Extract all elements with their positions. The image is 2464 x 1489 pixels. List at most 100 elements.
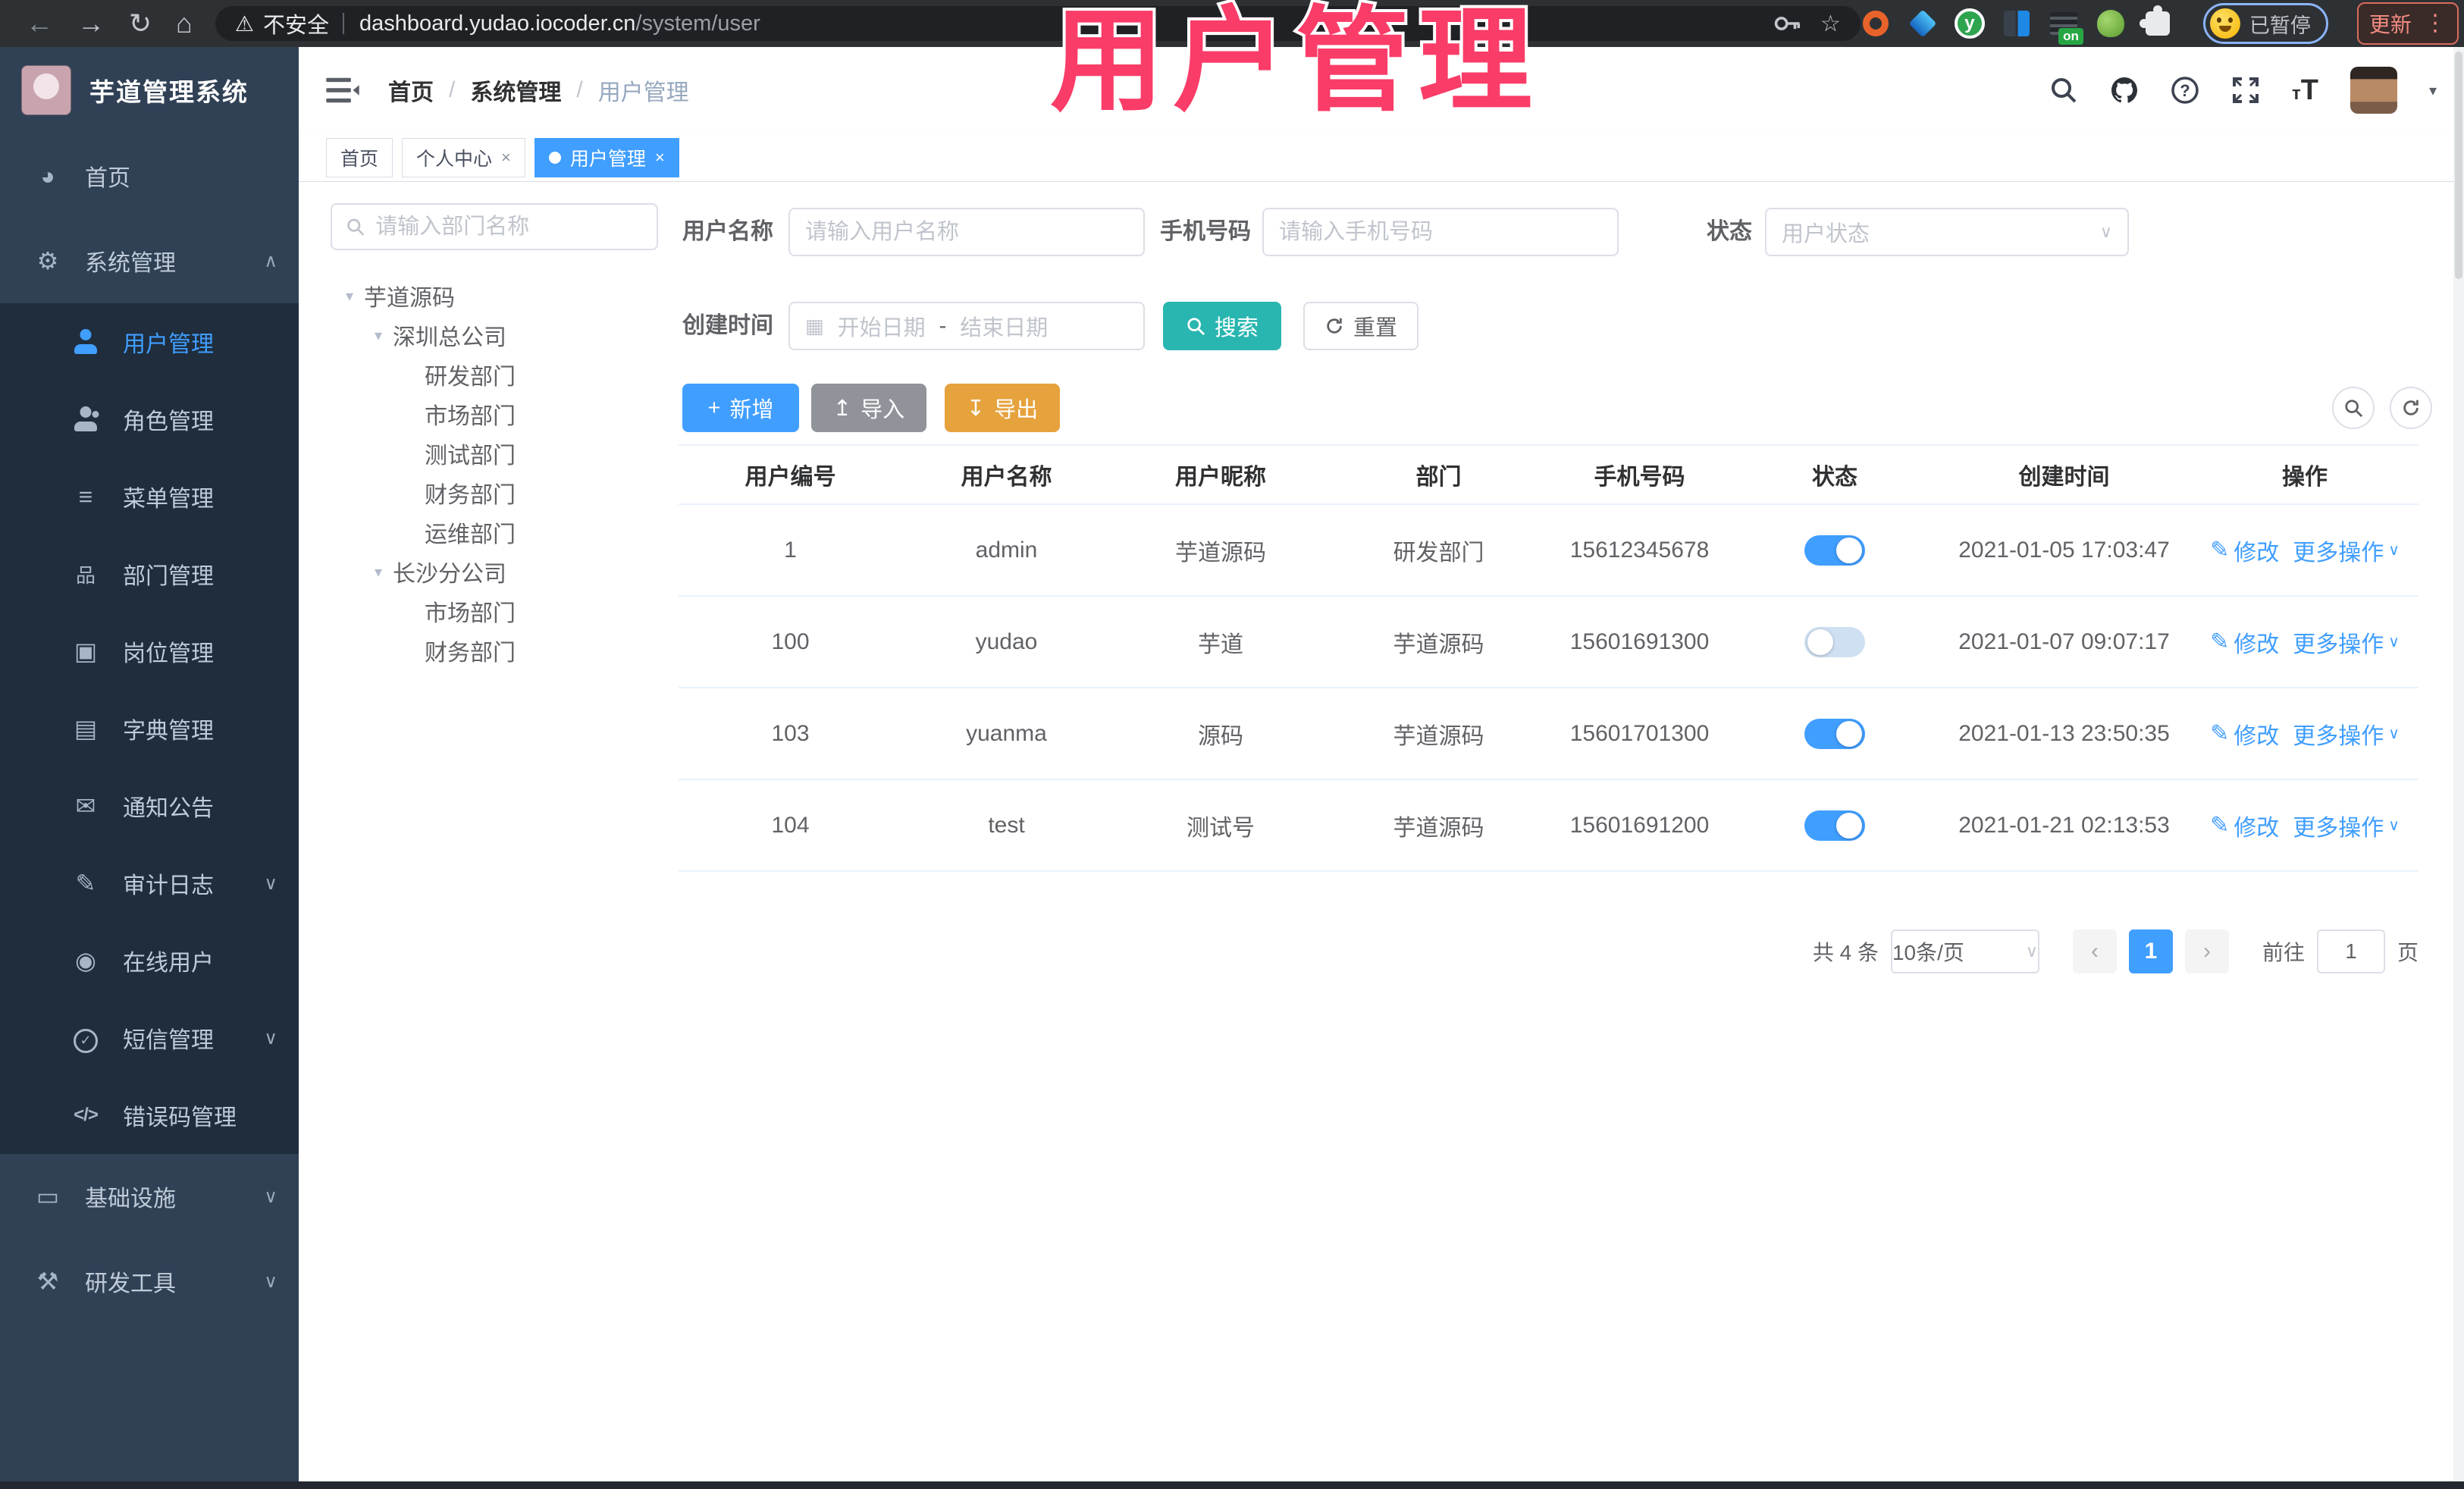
security-label[interactable]: 不安全 [263, 8, 329, 39]
security-warning-icon[interactable]: ⚠ [235, 11, 254, 36]
tree-caret-icon[interactable]: ▾ [375, 326, 382, 345]
tab-profile[interactable]: 个人中心 × [402, 137, 525, 177]
username-input[interactable] [805, 219, 1128, 245]
extension-icon-sprout[interactable] [2096, 8, 2126, 39]
reset-button[interactable]: 重置 [1303, 302, 1419, 350]
address-bar[interactable]: ⚠ 不安全 dashboard.yudao.iocoder.cn/system/… [215, 6, 1861, 41]
browser-profile-chip[interactable]: 已暂停 [2202, 3, 2328, 44]
sidebar-item-menus[interactable]: ≡ 菜单管理 [0, 458, 299, 535]
sidebar-item-infrastructure[interactable]: ▭ 基础设施 ∨ [0, 1154, 299, 1239]
more-actions-link[interactable]: 更多操作 ∨ [2293, 534, 2400, 567]
close-icon[interactable]: × [501, 148, 511, 168]
back-icon[interactable]: ← [26, 0, 53, 47]
extension-icon-gem[interactable] [1908, 8, 1938, 39]
edit-link[interactable]: ✎ 修改 [2210, 534, 2279, 567]
app-logo-row[interactable]: 芋道管理系统 [0, 47, 299, 133]
avatar-caret-icon[interactable]: ▾ [2429, 81, 2437, 100]
sidebar-item-online-users[interactable]: ◉ 在线用户 [0, 922, 299, 999]
tree-node[interactable]: 市场部门 [331, 591, 672, 631]
more-actions-link[interactable]: 更多操作 ∨ [2293, 717, 2400, 751]
tab-home[interactable]: 首页 [326, 137, 393, 177]
tree-node[interactable]: 市场部门 [331, 394, 672, 434]
url-path[interactable]: /system/user [635, 11, 760, 36]
next-page-button[interactable]: › [2184, 929, 2229, 973]
forward-icon[interactable]: → [77, 0, 105, 47]
sidebar-collapse-icon[interactable] [326, 76, 359, 105]
search-button[interactable]: 搜索 [1163, 302, 1281, 350]
key-icon[interactable] [1773, 9, 1802, 38]
edit-link[interactable]: ✎ 修改 [2210, 717, 2279, 751]
date-range-picker[interactable]: ▦ 开始日期 - 结束日期 [788, 302, 1145, 350]
browser-update-button[interactable]: 更新 ⋮ [2356, 2, 2459, 45]
refresh-table-button[interactable] [2390, 387, 2432, 429]
more-actions-link[interactable]: 更多操作 ∨ [2293, 625, 2400, 659]
tree-node[interactable]: 财务部门 [331, 473, 672, 513]
tree-node[interactable]: ▾ 深圳总公司 [331, 315, 672, 355]
page-number-button[interactable]: 1 [2128, 929, 2173, 973]
font-size-icon[interactable]: тT [2292, 74, 2318, 107]
dept-search-input[interactable] [375, 214, 643, 240]
tree-node[interactable]: ▾ 长沙分公司 [331, 552, 672, 591]
extension-icon-list[interactable]: on [2049, 8, 2083, 45]
extensions-puzzle-icon[interactable] [2139, 5, 2173, 39]
sidebar-item-sms[interactable]: ✓ 短信管理 ∨ [0, 999, 299, 1077]
tree-node[interactable]: ▾ 芋道源码 [331, 276, 672, 315]
breadcrumb-home[interactable]: 首页 [388, 74, 434, 107]
sidebar-item-home[interactable]: ◕ 首页 [0, 133, 299, 218]
import-button[interactable]: ↥ 导入 [811, 384, 926, 432]
tree-node[interactable]: 运维部门 [331, 513, 672, 552]
sidebar-item-system[interactable]: ⚙ 系统管理 ∧ [0, 218, 299, 303]
tree-node[interactable]: 研发部门 [331, 355, 672, 394]
sidebar-item-error-codes[interactable]: </> 错误码管理 [0, 1077, 299, 1154]
status-select[interactable]: 用户状态 ∨ [1765, 208, 2129, 256]
tab-user-management[interactable]: 用户管理 × [534, 137, 679, 177]
scrollbar-thumb[interactable] [2455, 52, 2462, 279]
sidebar-item-notice[interactable]: ✉ 通知公告 [0, 767, 299, 845]
url-host[interactable]: dashboard.yudao.iocoder.cn [359, 11, 635, 36]
prev-page-button[interactable]: ‹ [2072, 929, 2117, 973]
tree-caret-icon[interactable]: ▾ [375, 563, 382, 581]
fullscreen-icon[interactable] [2231, 76, 2260, 105]
reload-icon[interactable]: ↻ [129, 0, 152, 47]
breadcrumb-system[interactable]: 系统管理 [470, 74, 561, 107]
tree-node[interactable]: 财务部门 [331, 631, 672, 670]
mobile-input[interactable] [1279, 219, 1602, 245]
close-icon[interactable]: × [655, 148, 665, 168]
help-icon[interactable]: ? [2171, 76, 2199, 105]
mobile-field-wrap [1262, 208, 1619, 256]
kebab-menu-icon[interactable]: ⋮ [2424, 12, 2447, 35]
extension-icon-ring[interactable] [1861, 8, 1891, 39]
page-scrollbar[interactable] [2453, 47, 2464, 1481]
edit-link[interactable]: ✎ 修改 [2210, 809, 2279, 842]
status-toggle[interactable] [1804, 534, 1865, 566]
status-toggle[interactable] [1804, 626, 1865, 657]
tree-caret-icon[interactable]: ▾ [346, 287, 353, 306]
add-button[interactable]: + 新增 [682, 384, 799, 432]
sidebar-item-audit-log[interactable]: ✎ 审计日志 ∨ [0, 845, 299, 922]
home-icon[interactable]: ⌂ [176, 0, 193, 47]
sidebar-item-users[interactable]: 用户管理 [0, 303, 299, 381]
goto-page-input[interactable] [2316, 929, 2385, 973]
sidebar-item-devtools[interactable]: ⚒ 研发工具 ∨ [0, 1239, 299, 1324]
sidebar-item-depts[interactable]: 品 部门管理 [0, 535, 299, 613]
sidebar-item-posts[interactable]: ▣ 岗位管理 [0, 613, 299, 690]
export-button[interactable]: ↧ 导出 [945, 384, 1060, 432]
tree-node[interactable]: 测试部门 [331, 434, 672, 473]
header-search-icon[interactable] [2049, 76, 2078, 105]
sidebar-item-dict[interactable]: ▤ 字典管理 [0, 690, 299, 767]
extension-icon-green-y[interactable]: y [1954, 8, 1985, 39]
mobile-label: 手机号码 [1160, 219, 1251, 244]
status-toggle[interactable] [1804, 718, 1865, 749]
user-avatar[interactable] [2350, 67, 2397, 114]
page-size-select[interactable]: 10条/页 ∨ [1890, 929, 2039, 973]
download-icon: ↧ [966, 396, 986, 421]
show-search-toggle-button[interactable] [2332, 387, 2375, 429]
extension-icon-grid[interactable] [2002, 8, 2032, 39]
update-label: 更新 [2368, 13, 2412, 36]
edit-link[interactable]: ✎ 修改 [2210, 625, 2279, 659]
bookmark-star-icon[interactable]: ☆ [1820, 11, 1841, 37]
github-icon[interactable] [2110, 76, 2139, 105]
status-toggle[interactable] [1804, 810, 1865, 841]
sidebar-item-roles[interactable]: 角色管理 [0, 381, 299, 458]
more-actions-link[interactable]: 更多操作 ∨ [2293, 809, 2400, 842]
